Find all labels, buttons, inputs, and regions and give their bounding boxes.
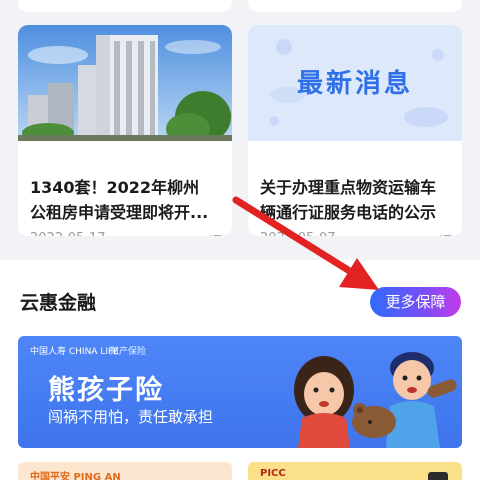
banner-brand-sub: 财产保险: [110, 347, 147, 357]
kids-illustration: [294, 352, 457, 448]
insurance-banner[interactable]: 中国人寿 CHINA LIFE 财产保险 熊孩子险 闯祸不用怕，责任敢承担: [18, 336, 462, 448]
more-coverage-button[interactable]: 更多保障: [370, 287, 461, 317]
previous-card-left[interactable]: [18, 0, 232, 12]
banner-headline: 熊孩子险: [48, 375, 164, 406]
picc-logo: PICC: [260, 468, 286, 479]
news-title-1[interactable]: 1340套！2022年柳州 公租房申请受理即将开...: [30, 175, 226, 225]
china-life-logo: 中国人寿 CHINA LIFE: [30, 347, 119, 357]
news-comment-count-2: 0评: [431, 231, 452, 236]
news-thumbnail-2-text: 最新消息: [296, 69, 413, 99]
news-thumbnail-1: [18, 25, 232, 141]
news-card-1[interactable]: 1340套！2022年柳州 公租房申请受理即将开... 2022-05-17 0…: [18, 25, 232, 236]
news-title-2[interactable]: 关于办理重点物资运输车 辆通行证服务电话的公示: [260, 175, 456, 225]
section-title: 云惠金融: [20, 292, 97, 314]
news-date-1: 2022-05-17: [30, 231, 106, 236]
banner-subtitle: 闯祸不用怕，责任敢承担: [48, 408, 214, 426]
news-date-2: 2022-05-07: [260, 231, 336, 236]
previous-card-right[interactable]: [248, 0, 462, 12]
pingan-logo: 中国平安 PING AN: [30, 472, 121, 480]
news-thumbnail-2: 最新消息: [248, 25, 462, 141]
finance-section: 云惠金融 更多保障 中国人寿 CHINA LIFE 财产保险 熊孩子险 闯祸不用…: [0, 260, 480, 480]
promo-card-picc[interactable]: PICC: [248, 462, 462, 480]
promo-illustration-icon: [428, 472, 448, 480]
news-comment-count-1: 0评: [201, 231, 222, 236]
promo-card-pingan[interactable]: 中国平安 PING AN: [18, 462, 232, 480]
news-card-2[interactable]: 最新消息 关于办理重点物资运输车 辆通行证服务电话的公示 2022-05-07 …: [248, 25, 462, 236]
